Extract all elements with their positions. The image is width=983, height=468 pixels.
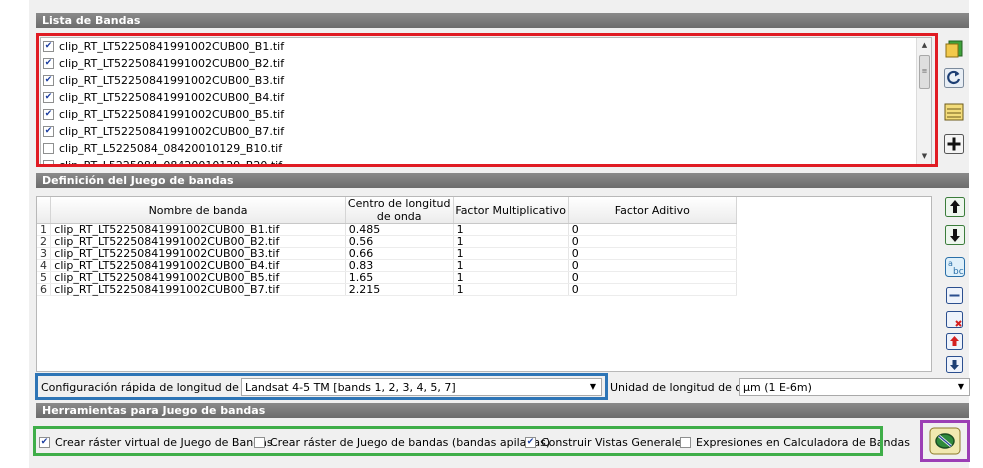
select-all-icon	[944, 103, 964, 121]
band-set-table[interactable]: Nombre de banda Centro de longitud de on…	[36, 196, 932, 372]
tools-options-highlight	[33, 426, 883, 456]
cell-wavelength[interactable]: 1.65	[345, 271, 454, 284]
cell-multiplicative[interactable]: 1	[453, 271, 569, 284]
quick-config-highlight	[35, 373, 608, 400]
cell-band-name[interactable]: clip_RT_LT52250841991002CUB00_B7.tif	[50, 283, 346, 296]
table-row[interactable]: 3 clip_RT_LT52250841991002CUB00_B3.tif 0.6…	[37, 247, 738, 260]
run-highlight	[920, 420, 970, 462]
cell-band-name[interactable]: clip_RT_LT52250841991002CUB00_B1.tif	[50, 223, 346, 236]
import-icon	[946, 333, 963, 350]
move-up-icon	[945, 197, 965, 217]
cell-band-name[interactable]: clip_RT_LT52250841991002CUB00_B4.tif	[50, 259, 346, 272]
cell-multiplicative[interactable]: 1	[453, 247, 569, 260]
move-up-button[interactable]	[944, 196, 966, 218]
cell-wavelength[interactable]: 0.485	[345, 223, 454, 236]
cell-wavelength[interactable]: 2.215	[345, 283, 454, 296]
cell-additive[interactable]: 0	[568, 235, 738, 248]
row-number: 1	[37, 223, 52, 236]
cell-band-name[interactable]: clip_RT_LT52250841991002CUB00_B5.tif	[50, 271, 346, 284]
cell-additive[interactable]: 0	[568, 247, 738, 260]
table-row[interactable]: 2 clip_RT_LT52250841991002CUB00_B2.tif 0.5…	[37, 235, 738, 248]
wavelength-unit-value: µm (1 E-6m)	[743, 380, 812, 394]
table-row[interactable]: 4 clip_RT_LT52250841991002CUB00_B4.tif 0.8…	[37, 259, 738, 272]
refresh-button[interactable]	[943, 67, 965, 89]
column-header-name[interactable]: Nombre de banda	[50, 197, 346, 224]
plus-button[interactable]	[943, 133, 965, 155]
band-list-highlight	[36, 33, 938, 167]
move-down-button[interactable]	[944, 224, 966, 246]
refresh-icon	[944, 68, 964, 88]
cell-wavelength[interactable]: 0.66	[345, 247, 454, 260]
cell-wavelength[interactable]: 0.56	[345, 235, 454, 248]
tools-title: Herramientas para Juego de bandas	[36, 403, 969, 418]
cell-multiplicative[interactable]: 1	[453, 259, 569, 272]
sort-by-name-icon: a bc	[945, 257, 965, 277]
cell-additive[interactable]: 0	[568, 271, 738, 284]
cell-additive[interactable]: 0	[568, 223, 738, 236]
add-to-set-icon	[945, 40, 963, 58]
svg-text:bc: bc	[953, 267, 964, 277]
table-row[interactable]: 6 clip_RT_LT52250841991002CUB00_B7.tif 2.2…	[37, 283, 738, 296]
band-list-title: Lista de Bandas	[36, 13, 969, 28]
add-to-set-button[interactable]	[943, 38, 965, 60]
column-header-multiplicative[interactable]: Factor Multiplicativo	[453, 197, 569, 224]
remove-band-button[interactable]	[944, 285, 966, 307]
move-down-icon	[945, 225, 965, 245]
clear-button[interactable]	[944, 309, 966, 331]
export-icon	[946, 356, 963, 373]
row-number: 6	[37, 283, 52, 296]
cell-additive[interactable]: 0	[568, 283, 738, 296]
remove-band-icon	[946, 287, 963, 304]
row-number: 5	[37, 271, 52, 284]
select-all-button[interactable]	[943, 101, 965, 123]
clear-icon	[946, 311, 963, 328]
wavelength-unit-select[interactable]: µm (1 E-6m) ▼	[739, 378, 970, 396]
cell-band-name[interactable]: clip_RT_LT52250841991002CUB00_B3.tif	[50, 247, 346, 260]
cell-wavelength[interactable]: 0.83	[345, 259, 454, 272]
row-number-header	[37, 197, 52, 224]
table-row[interactable]: 1 clip_RT_LT52250841991002CUB00_B1.tif 0.4…	[37, 223, 738, 236]
export-button[interactable]	[944, 354, 966, 376]
column-header-wavelength[interactable]: Centro de longitud de onda	[345, 197, 454, 224]
chevron-down-icon: ▼	[957, 382, 964, 391]
cell-band-name[interactable]: clip_RT_LT52250841991002CUB00_B2.tif	[50, 235, 346, 248]
row-number: 3	[37, 247, 52, 260]
column-header-additive[interactable]: Factor Aditivo	[568, 197, 738, 224]
import-button[interactable]	[944, 331, 966, 353]
row-number: 2	[37, 235, 52, 248]
cell-additive[interactable]: 0	[568, 259, 738, 272]
table-row[interactable]: 5 clip_RT_LT52250841991002CUB00_B5.tif 1.6…	[37, 271, 738, 284]
table-header-row: Nombre de banda Centro de longitud de on…	[37, 197, 738, 224]
cell-multiplicative[interactable]: 1	[453, 283, 569, 296]
row-number: 4	[37, 259, 52, 272]
plus-icon	[944, 134, 964, 154]
band-set-title: Definición del Juego de bandas	[36, 173, 969, 188]
cell-multiplicative[interactable]: 1	[453, 223, 569, 236]
sort-by-name-button[interactable]: a bc	[944, 256, 966, 278]
cell-multiplicative[interactable]: 1	[453, 235, 569, 248]
